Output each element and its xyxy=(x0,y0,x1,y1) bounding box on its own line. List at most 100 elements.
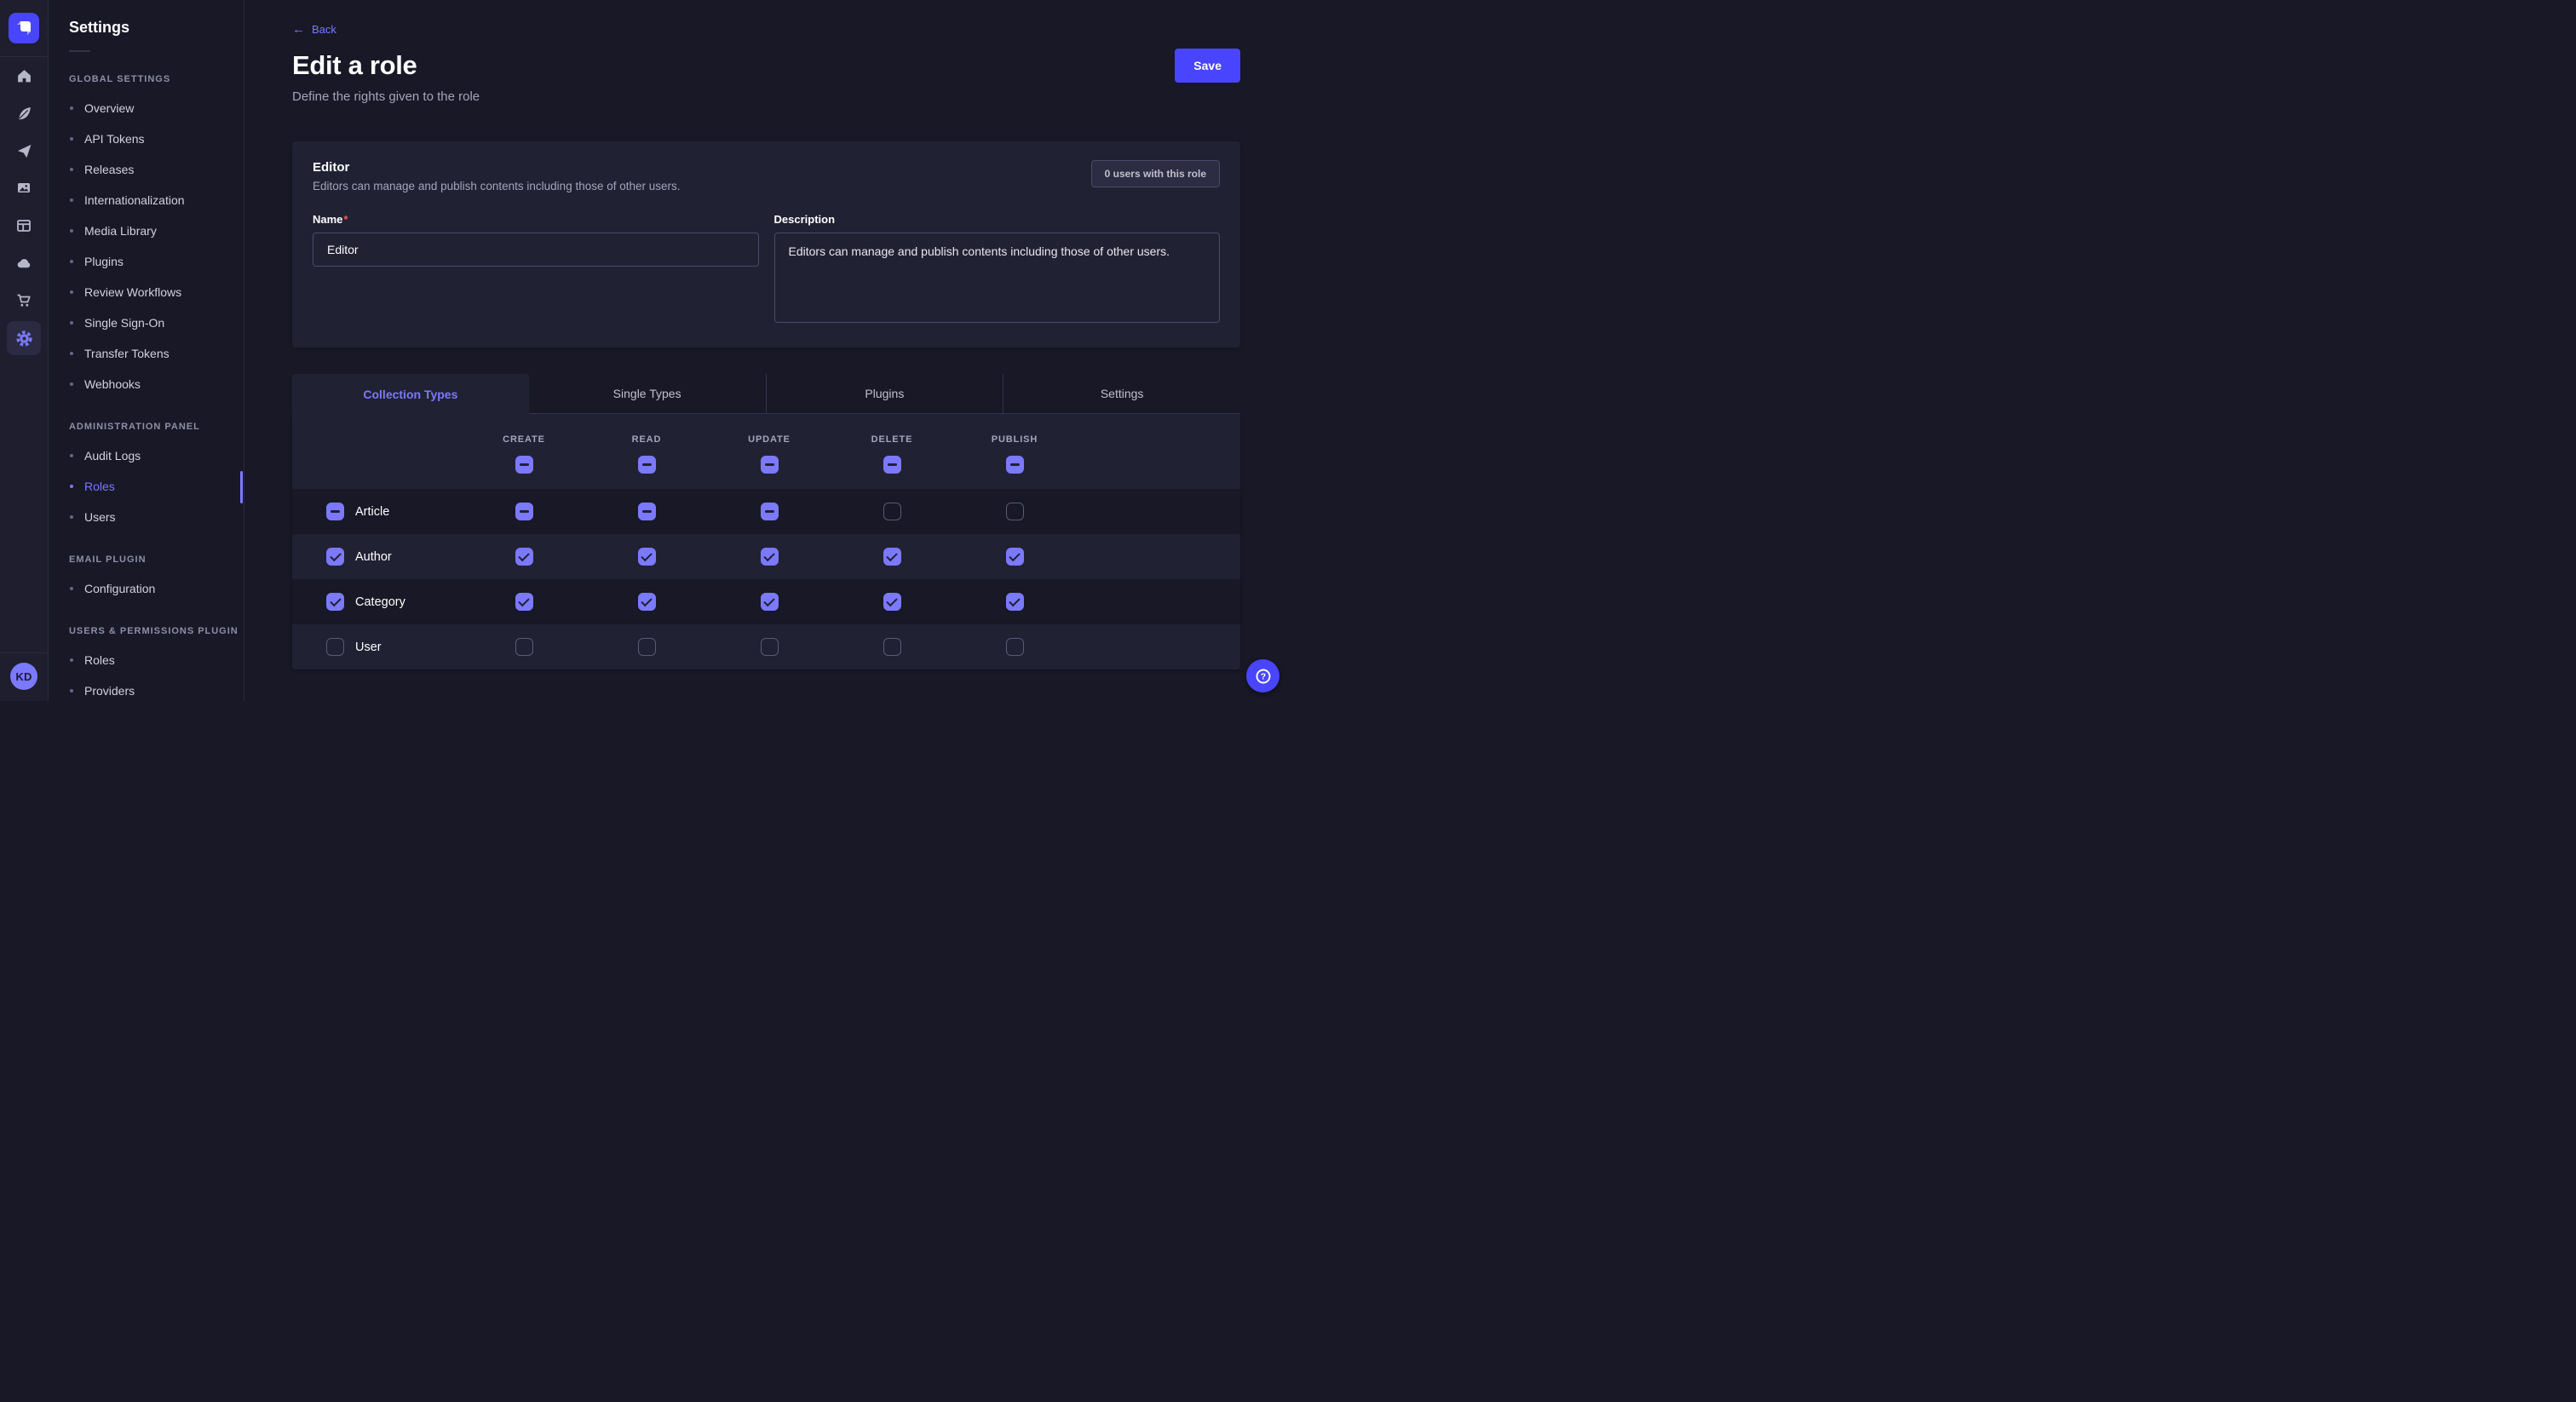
subnav-item-overview[interactable]: Overview xyxy=(49,93,244,124)
subnav-item-configuration[interactable]: Configuration xyxy=(49,573,244,604)
checkbox-user-create[interactable] xyxy=(515,638,533,656)
tab-single-types[interactable]: Single Types xyxy=(529,374,766,414)
checkbox-article-publish[interactable] xyxy=(1006,503,1024,520)
bullet-icon xyxy=(70,658,73,662)
subnav-item-review-workflows[interactable]: Review Workflows xyxy=(49,277,244,307)
checkbox-article-read[interactable] xyxy=(638,503,656,520)
checkbox-all-create[interactable] xyxy=(515,456,533,474)
name-input[interactable] xyxy=(313,233,759,267)
subnav-item-api-tokens[interactable]: API Tokens xyxy=(49,124,244,154)
permission-row-author: Author xyxy=(292,534,1240,579)
rail-footer: KD xyxy=(0,652,48,701)
checkbox-author-read[interactable] xyxy=(638,548,656,566)
nav-settings-active-pill xyxy=(7,321,41,355)
subnav-item-transfer-tokens[interactable]: Transfer Tokens xyxy=(49,338,244,369)
gear-icon xyxy=(15,330,33,348)
bullet-icon xyxy=(70,382,73,386)
cart-icon xyxy=(15,292,32,309)
subnav-item-users[interactable]: Users xyxy=(49,502,244,532)
checkbox-all-update[interactable] xyxy=(761,456,779,474)
subnav-item-media-library[interactable]: Media Library xyxy=(49,215,244,246)
user-avatar[interactable]: KD xyxy=(10,663,37,690)
subnav-item-releases[interactable]: Releases xyxy=(49,154,244,185)
checkbox-category-update[interactable] xyxy=(761,593,779,611)
checkbox-all-read[interactable] xyxy=(638,456,656,474)
checkbox-article-create[interactable] xyxy=(515,503,533,520)
bullet-icon xyxy=(70,137,73,141)
row-label: Article xyxy=(355,505,389,519)
strapi-logo-icon[interactable] xyxy=(9,13,39,43)
checkbox-all-publish[interactable] xyxy=(1006,456,1024,474)
checkbox-category-delete[interactable] xyxy=(883,593,901,611)
nav-releases[interactable] xyxy=(0,132,48,170)
nav-home[interactable] xyxy=(0,57,48,95)
subnav-item-plugins[interactable]: Plugins xyxy=(49,246,244,277)
tab-plugins[interactable]: Plugins xyxy=(766,374,1003,414)
name-field-label: Name* xyxy=(313,213,759,226)
permission-row-user: User xyxy=(292,624,1240,669)
subnav-scrollbar-thumb[interactable] xyxy=(240,471,243,503)
checkbox-category-read[interactable] xyxy=(638,593,656,611)
column-read: Read xyxy=(585,429,708,474)
checkbox-article-all[interactable] xyxy=(326,503,344,520)
checkbox-author-create[interactable] xyxy=(515,548,533,566)
bullet-icon xyxy=(70,587,73,590)
nav-media-library[interactable] xyxy=(0,170,48,207)
users-with-role-badge[interactable]: 0 users with this role xyxy=(1091,160,1220,187)
checkbox-all-delete[interactable] xyxy=(883,456,901,474)
checkbox-author-update[interactable] xyxy=(761,548,779,566)
help-button[interactable]: ? xyxy=(1246,659,1279,692)
checkbox-author-delete[interactable] xyxy=(883,548,901,566)
email-plugin-list: Configuration xyxy=(49,573,244,604)
checkbox-category-all[interactable] xyxy=(326,593,344,611)
column-update: Update xyxy=(708,429,831,474)
checkbox-category-create[interactable] xyxy=(515,593,533,611)
checkbox-category-publish[interactable] xyxy=(1006,593,1024,611)
subnav-item-roles-up[interactable]: Roles xyxy=(49,645,244,675)
subnav-item-single-sign-on[interactable]: Single Sign-On xyxy=(49,307,244,338)
checkbox-user-delete[interactable] xyxy=(883,638,901,656)
layout-icon xyxy=(15,217,32,234)
bullet-icon xyxy=(70,485,73,488)
checkbox-author-all[interactable] xyxy=(326,548,344,566)
checkbox-author-publish[interactable] xyxy=(1006,548,1024,566)
checkbox-article-update[interactable] xyxy=(761,503,779,520)
role-details-card: Editor Editors can manage and publish co… xyxy=(292,141,1240,348)
back-link[interactable]: ← Back xyxy=(292,23,336,36)
nav-settings[interactable] xyxy=(0,319,48,357)
subnav-title: Settings xyxy=(49,19,244,37)
subnav-item-internationalization[interactable]: Internationalization xyxy=(49,185,244,215)
section-label-email-plugin: Email Plugin xyxy=(49,554,244,565)
section-label-global-settings: Global Settings xyxy=(49,74,244,84)
tab-collection-types[interactable]: Collection Types xyxy=(292,374,529,414)
nav-deploy[interactable] xyxy=(0,244,48,282)
subnav-divider xyxy=(69,50,90,52)
nav-content-type-builder[interactable] xyxy=(0,207,48,244)
row-label: Category xyxy=(355,595,405,609)
nav-content-manager[interactable] xyxy=(0,95,48,132)
permissions-section: Collection Types Single Types Plugins Se… xyxy=(292,374,1240,669)
subnav-item-audit-logs[interactable]: Audit Logs xyxy=(49,440,244,471)
checkbox-user-read[interactable] xyxy=(638,638,656,656)
workspace-logo-cell xyxy=(0,0,48,57)
checkbox-user-update[interactable] xyxy=(761,638,779,656)
page-title: Edit a role xyxy=(292,50,417,81)
checkbox-user-all[interactable] xyxy=(326,638,344,656)
checkbox-article-delete[interactable] xyxy=(883,503,901,520)
description-textarea[interactable]: Editors can manage and publish contents … xyxy=(774,233,1221,323)
page-subtitle: Define the rights given to the role xyxy=(292,89,1240,104)
subnav-item-roles-admin[interactable]: Roles xyxy=(49,471,244,502)
save-button[interactable]: Save xyxy=(1175,49,1240,83)
column-delete: Delete xyxy=(831,429,953,474)
subnav-item-providers[interactable]: Providers xyxy=(49,675,244,701)
bullet-icon xyxy=(70,229,73,233)
bullet-icon xyxy=(70,198,73,202)
users-permissions-plugin-list: Roles Providers xyxy=(49,645,244,701)
subnav-item-webhooks[interactable]: Webhooks xyxy=(49,369,244,399)
bullet-icon xyxy=(70,515,73,519)
nav-marketplace[interactable] xyxy=(0,282,48,319)
column-label-publish: Publish xyxy=(992,434,1038,445)
checkbox-user-publish[interactable] xyxy=(1006,638,1024,656)
tab-settings[interactable]: Settings xyxy=(1003,374,1240,414)
main-content: ← Back Edit a role Save Define the right… xyxy=(244,0,1288,701)
